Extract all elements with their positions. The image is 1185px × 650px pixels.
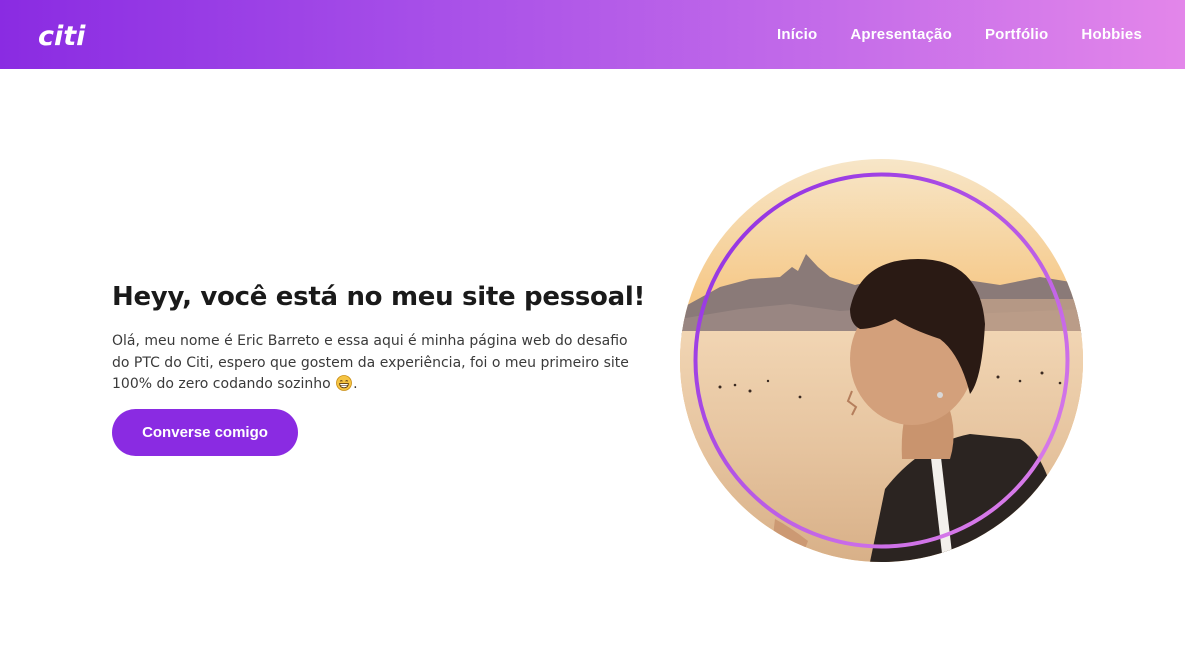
- nav-link-apresentacao[interactable]: Apresentação: [850, 26, 952, 43]
- nav-link-hobbies[interactable]: Hobbies: [1081, 26, 1142, 43]
- nav-menu: Início Apresentação Portfólio Hobbies: [777, 0, 1142, 69]
- profile-photo-wrapper: [680, 159, 1083, 562]
- profile-photo: [680, 159, 1083, 562]
- grinning-face-icon: [336, 375, 353, 391]
- citi-logo[interactable]: citi: [38, 18, 90, 52]
- nav-link-portfolio[interactable]: Portfólio: [985, 26, 1048, 43]
- hero-description-end: .: [353, 376, 358, 392]
- hero-title: Heyy, você está no meu site pessoal!: [112, 282, 646, 312]
- svg-text:citi: citi: [38, 21, 86, 52]
- nav-link-inicio[interactable]: Início: [777, 26, 817, 43]
- converse-comigo-button[interactable]: Converse comigo: [112, 409, 298, 456]
- navbar: citi Início Apresentação Portfólio Hobbi…: [0, 0, 1185, 69]
- hero-description-text: Olá, meu nome é Eric Barreto e essa aqui…: [112, 333, 629, 392]
- hero-description: Olá, meu nome é Eric Barreto e essa aqui…: [112, 331, 642, 396]
